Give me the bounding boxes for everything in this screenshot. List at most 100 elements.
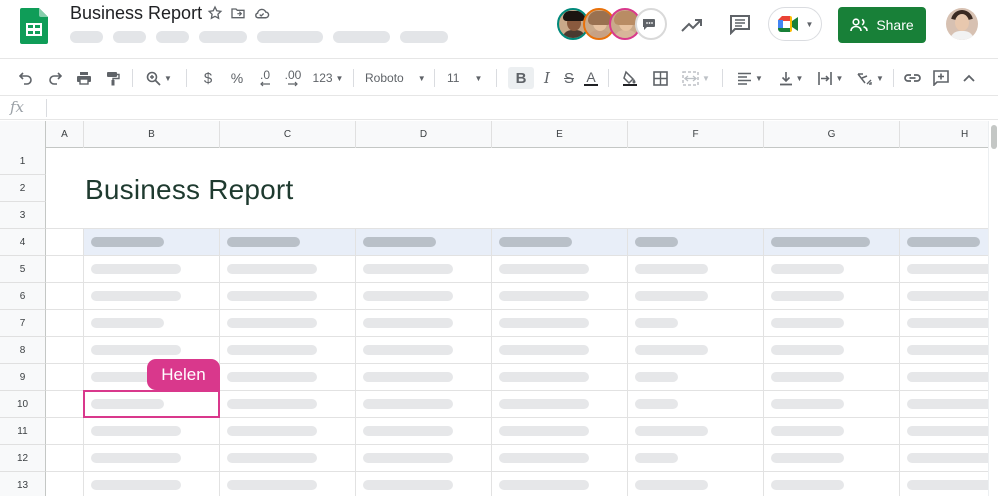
cell-placeholder[interactable] xyxy=(363,453,453,463)
increase-decimal-button[interactable]: .00 xyxy=(281,67,305,89)
cell-placeholder[interactable] xyxy=(227,264,317,274)
cell-placeholder[interactable] xyxy=(363,372,453,382)
cell-placeholder[interactable] xyxy=(363,480,453,490)
strikethrough-button[interactable]: S xyxy=(559,67,579,89)
header-cell-placeholder[interactable] xyxy=(363,237,436,247)
cell-placeholder[interactable] xyxy=(363,318,453,328)
cell-placeholder[interactable] xyxy=(91,345,181,355)
header-cell-placeholder[interactable] xyxy=(907,237,980,247)
cell-placeholder[interactable] xyxy=(227,291,317,301)
cell-placeholder[interactable] xyxy=(635,291,708,301)
cell-placeholder[interactable] xyxy=(907,345,988,355)
share-button[interactable]: Share xyxy=(838,7,926,43)
menu-item-placeholder[interactable] xyxy=(70,31,103,43)
column-header[interactable]: H xyxy=(900,121,988,148)
scrollbar-thumb[interactable] xyxy=(991,125,997,149)
row-header[interactable]: 12 xyxy=(0,445,46,472)
row-header[interactable]: 2 xyxy=(0,175,46,202)
column-header[interactable]: F xyxy=(628,121,764,148)
font-size-dropdown[interactable]: 11 ▼ xyxy=(444,67,486,89)
cell-placeholder[interactable] xyxy=(771,345,844,355)
header-cell-placeholder[interactable] xyxy=(771,237,870,247)
trending-up-icon[interactable] xyxy=(680,14,704,36)
cell-placeholder[interactable] xyxy=(227,345,317,355)
cell-placeholder[interactable] xyxy=(635,264,708,274)
zoom-dropdown[interactable]: ▼ xyxy=(142,67,176,89)
insert-comment-icon[interactable] xyxy=(930,67,952,89)
cell-placeholder[interactable] xyxy=(635,345,708,355)
menu-item-placeholder[interactable] xyxy=(257,31,323,43)
cell-placeholder[interactable] xyxy=(771,318,844,328)
cell-placeholder[interactable] xyxy=(499,372,589,382)
cell-placeholder[interactable] xyxy=(499,480,589,490)
row-header[interactable]: 4 xyxy=(0,229,46,256)
decrease-decimal-button[interactable]: .0 xyxy=(254,67,276,89)
document-title[interactable]: Business Report xyxy=(70,3,202,24)
cell-placeholder[interactable] xyxy=(499,291,589,301)
cell-placeholder[interactable] xyxy=(499,345,589,355)
paint-format-icon[interactable] xyxy=(103,67,123,89)
italic-button[interactable]: I xyxy=(537,67,557,89)
horizontal-align-dropdown[interactable]: ▼ xyxy=(733,67,767,89)
cell-placeholder[interactable] xyxy=(771,399,844,409)
menu-item-placeholder[interactable] xyxy=(199,31,247,43)
cell-placeholder[interactable] xyxy=(635,318,678,328)
cell-placeholder[interactable] xyxy=(771,264,844,274)
cell-placeholder[interactable] xyxy=(907,264,988,274)
menu-item-placeholder[interactable] xyxy=(156,31,189,43)
column-header[interactable]: B xyxy=(84,121,220,148)
cell-placeholder[interactable] xyxy=(91,426,181,436)
percent-format-button[interactable]: % xyxy=(227,67,247,89)
text-rotation-dropdown[interactable]: ▼ xyxy=(852,67,888,89)
header-cell-placeholder[interactable] xyxy=(635,237,678,247)
cell-placeholder[interactable] xyxy=(771,426,844,436)
cell-placeholder[interactable] xyxy=(907,291,988,301)
cell-placeholder[interactable] xyxy=(499,399,589,409)
row-header[interactable]: 10 xyxy=(0,391,46,418)
cell-placeholder[interactable] xyxy=(499,318,589,328)
cell-placeholder[interactable] xyxy=(363,426,453,436)
cell-placeholder[interactable] xyxy=(499,426,589,436)
header-cell-placeholder[interactable] xyxy=(499,237,572,247)
row-header[interactable]: 3 xyxy=(0,202,46,229)
cell-placeholder[interactable] xyxy=(227,399,317,409)
formula-input[interactable] xyxy=(50,96,990,120)
bold-button[interactable]: B xyxy=(508,67,534,89)
undo-icon[interactable] xyxy=(16,67,36,89)
meet-button[interactable]: ▼ xyxy=(768,7,822,41)
cell-placeholder[interactable] xyxy=(363,291,453,301)
row-header[interactable]: 7 xyxy=(0,310,46,337)
move-folder-icon[interactable] xyxy=(229,4,247,22)
cell-placeholder[interactable] xyxy=(91,318,164,328)
cell-placeholder[interactable] xyxy=(227,453,317,463)
collapse-toolbar-icon[interactable] xyxy=(959,67,979,89)
menu-item-placeholder[interactable] xyxy=(113,31,146,43)
row-header[interactable]: 11 xyxy=(0,418,46,445)
cell-placeholder[interactable] xyxy=(771,453,844,463)
cell-placeholder[interactable] xyxy=(227,480,317,490)
vertical-scrollbar[interactable] xyxy=(988,121,998,496)
header-cell-placeholder[interactable] xyxy=(227,237,300,247)
borders-icon[interactable] xyxy=(649,67,671,89)
menu-item-placeholder[interactable] xyxy=(400,31,448,43)
row-header[interactable]: 13 xyxy=(0,472,46,496)
cell-placeholder[interactable] xyxy=(499,264,589,274)
currency-format-button[interactable]: $ xyxy=(198,67,218,89)
row-header[interactable]: 9 xyxy=(0,364,46,391)
cell-placeholder[interactable] xyxy=(91,264,181,274)
text-color-button[interactable]: A xyxy=(581,67,601,89)
cell-placeholder[interactable] xyxy=(635,399,678,409)
cell-placeholder[interactable] xyxy=(907,453,988,463)
cell-placeholder[interactable] xyxy=(635,426,708,436)
cell-placeholder[interactable] xyxy=(635,372,678,382)
cell-placeholder[interactable] xyxy=(907,399,988,409)
row-header[interactable]: 6 xyxy=(0,283,46,310)
fill-color-icon[interactable] xyxy=(619,67,641,89)
font-family-dropdown[interactable]: Roboto ▼ xyxy=(362,67,426,89)
star-icon[interactable] xyxy=(206,4,224,22)
cell-placeholder[interactable] xyxy=(363,264,453,274)
cell-placeholder[interactable] xyxy=(363,399,453,409)
column-header[interactable]: D xyxy=(356,121,492,148)
vertical-align-dropdown[interactable]: ▼ xyxy=(774,67,808,89)
comment-icon[interactable] xyxy=(729,13,751,35)
